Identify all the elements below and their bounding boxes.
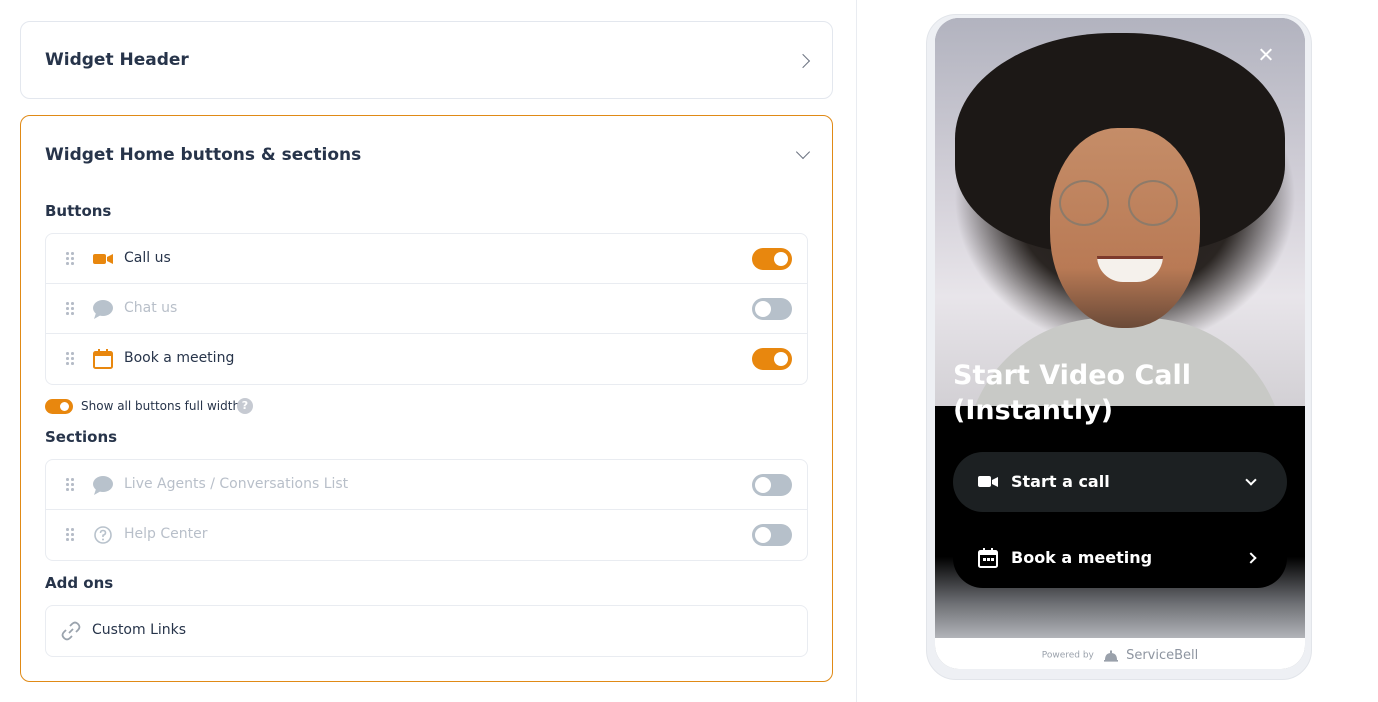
sections-label: Sections bbox=[45, 428, 118, 446]
drag-handle-icon[interactable] bbox=[66, 528, 74, 542]
powered-by-footer[interactable]: Powered by ServiceBell bbox=[935, 638, 1305, 669]
addon-row-custom-links[interactable]: Custom Links bbox=[46, 606, 807, 656]
calendar-icon bbox=[93, 349, 113, 369]
widget-header-card[interactable]: Widget Header bbox=[20, 21, 833, 99]
widget-screen: Start Video Call (Instantly) Start a cal… bbox=[935, 18, 1305, 669]
start-call-button[interactable]: Start a call bbox=[953, 452, 1287, 512]
chevron-down-icon bbox=[1245, 474, 1257, 486]
drag-handle-icon[interactable] bbox=[66, 352, 74, 366]
widget-header-title: Widget Header bbox=[45, 50, 189, 70]
full-width-toggle[interactable] bbox=[45, 399, 73, 414]
chevron-right-icon bbox=[1245, 552, 1257, 564]
section-label: Help Center bbox=[124, 526, 208, 542]
book-meeting-label: Book a meeting bbox=[1011, 548, 1153, 567]
button-label: Chat us bbox=[124, 300, 178, 316]
settings-panel: Widget Header Widget Home buttons & sect… bbox=[0, 0, 857, 702]
addon-label: Custom Links bbox=[92, 622, 187, 638]
link-icon bbox=[61, 621, 81, 641]
button-label: Book a meeting bbox=[124, 350, 235, 366]
full-width-label: Show all buttons full width bbox=[81, 399, 241, 413]
close-icon[interactable] bbox=[1257, 46, 1275, 64]
preview-headline: Start Video Call (Instantly) bbox=[953, 360, 1192, 426]
start-call-label: Start a call bbox=[1011, 472, 1110, 491]
widget-home-title: Widget Home buttons & sections bbox=[45, 145, 362, 165]
button-row-chat-us: Chat us bbox=[46, 284, 807, 334]
sections-list: Live Agents / Conversations List Help Ce… bbox=[45, 459, 808, 561]
button-row-book-meeting: Book a meeting bbox=[46, 334, 807, 384]
help-center-toggle[interactable] bbox=[752, 524, 792, 546]
book-meeting-toggle[interactable] bbox=[752, 348, 792, 370]
addons-label: Add ons bbox=[45, 574, 114, 592]
button-label: Call us bbox=[124, 250, 171, 266]
video-camera-icon bbox=[93, 254, 113, 264]
help-icon[interactable]: ? bbox=[237, 398, 253, 414]
call-us-toggle[interactable] bbox=[752, 248, 792, 270]
chat-bubble-icon bbox=[93, 300, 113, 319]
section-row-live-agents: Live Agents / Conversations List bbox=[46, 460, 807, 510]
buttons-list: Call us Chat us Book a meeting bbox=[45, 233, 808, 385]
overlay-gradient bbox=[935, 406, 1305, 638]
button-row-call-us: Call us bbox=[46, 234, 807, 284]
powered-by-text: Powered by bbox=[1041, 650, 1094, 661]
drag-handle-icon[interactable] bbox=[66, 302, 74, 316]
chat-bubble-icon bbox=[93, 476, 113, 495]
question-circle-icon bbox=[94, 526, 112, 544]
calendar-icon bbox=[978, 548, 998, 568]
section-row-help-center: Help Center bbox=[46, 510, 807, 560]
video-camera-icon bbox=[978, 476, 998, 487]
live-agents-toggle[interactable] bbox=[752, 474, 792, 496]
widget-home-card: Widget Home buttons & sections Buttons C… bbox=[20, 115, 833, 682]
drag-handle-icon[interactable] bbox=[66, 478, 74, 492]
widget-preview-panel: Start Video Call (Instantly) Start a cal… bbox=[858, 0, 1378, 702]
drag-handle-icon[interactable] bbox=[66, 252, 74, 266]
bell-icon bbox=[1103, 650, 1118, 662]
book-meeting-button[interactable]: Book a meeting bbox=[953, 528, 1287, 588]
chevron-right-icon[interactable] bbox=[795, 53, 811, 69]
buttons-label: Buttons bbox=[45, 202, 112, 220]
chat-us-toggle[interactable] bbox=[752, 298, 792, 320]
phone-frame: Start Video Call (Instantly) Start a cal… bbox=[926, 14, 1312, 680]
addons-list: Custom Links bbox=[45, 605, 808, 657]
brand-name: ServiceBell bbox=[1126, 648, 1199, 663]
chevron-down-icon[interactable] bbox=[795, 144, 811, 160]
section-label: Live Agents / Conversations List bbox=[124, 476, 349, 492]
